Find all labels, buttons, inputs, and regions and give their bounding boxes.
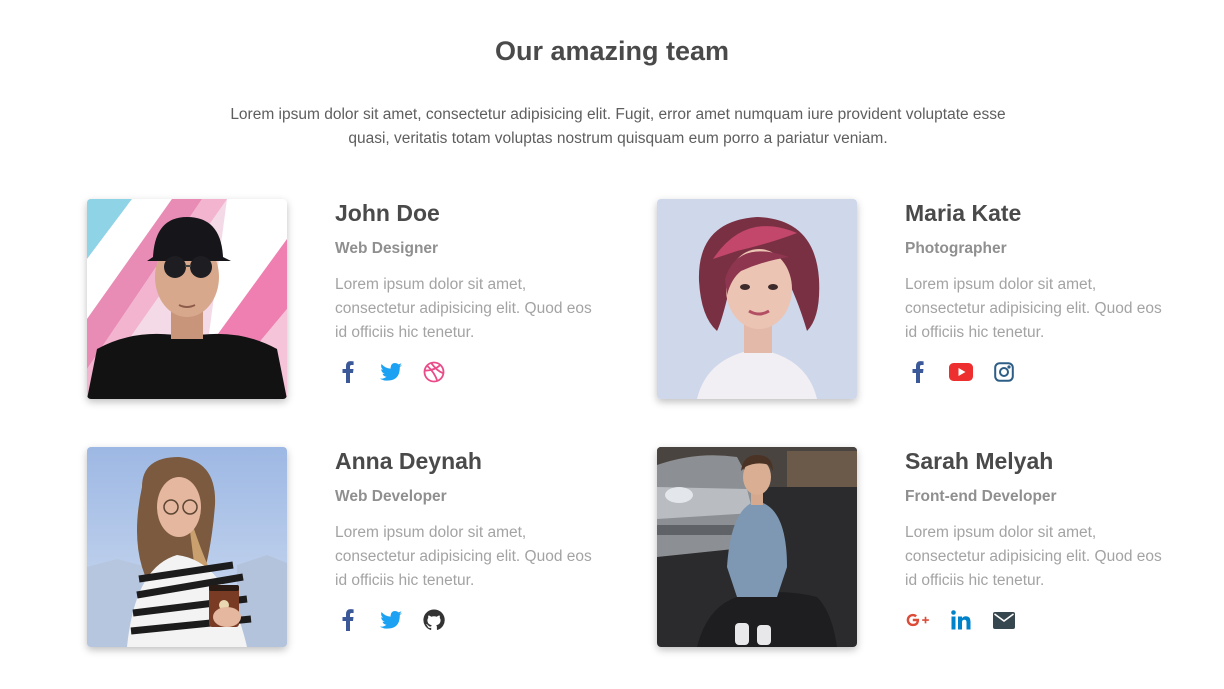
- member-photo: [657, 447, 857, 647]
- social-links: [335, 359, 607, 385]
- google-plus-icon[interactable]: [905, 607, 931, 633]
- intro-text: Lorem ipsum dolor sit amet, consectetur …: [230, 106, 1006, 147]
- member-photo: [657, 199, 857, 399]
- youtube-icon[interactable]: [948, 359, 974, 385]
- member-role: Photographer: [905, 240, 1007, 257]
- team-member-card: John Doe Web Designer Lorem ipsum dolor …: [87, 199, 607, 401]
- member-bio: Lorem ipsum dolor sit amet, consectetur …: [905, 524, 1162, 589]
- member-name: Maria Kate: [905, 200, 1022, 226]
- twitter-icon[interactable]: [378, 607, 404, 633]
- twitter-icon[interactable]: [378, 359, 404, 385]
- social-links: [905, 607, 1177, 633]
- member-role: Web Designer: [335, 240, 439, 257]
- social-links: [905, 359, 1177, 385]
- member-bio: Lorem ipsum dolor sit amet, consectetur …: [335, 524, 592, 589]
- member-photo: [87, 199, 287, 399]
- member-role: Front-end Developer: [905, 488, 1057, 505]
- social-links: [335, 607, 607, 633]
- member-role: Web Developer: [335, 488, 447, 505]
- member-name: Sarah Melyah: [905, 448, 1054, 474]
- page-title: Our amazing team: [494, 36, 730, 66]
- team-member-card: Sarah Melyah Front-end Developer Lorem i…: [657, 447, 1177, 649]
- instagram-icon[interactable]: [991, 359, 1017, 385]
- email-icon[interactable]: [991, 607, 1017, 633]
- dribbble-icon[interactable]: [421, 359, 447, 385]
- member-photo: [87, 447, 287, 647]
- member-name: Anna Deynah: [335, 448, 482, 474]
- member-bio: Lorem ipsum dolor sit amet, consectetur …: [335, 276, 592, 341]
- facebook-icon[interactable]: [905, 359, 931, 385]
- member-name: John Doe: [335, 200, 440, 226]
- team-member-card: Maria Kate Photographer Lorem ipsum dolo…: [657, 199, 1177, 401]
- team-member-card: Anna Deynah Web Developer Lorem ipsum do…: [87, 447, 607, 649]
- linkedin-icon[interactable]: [948, 607, 974, 633]
- facebook-icon[interactable]: [335, 607, 361, 633]
- member-bio: Lorem ipsum dolor sit amet, consectetur …: [905, 276, 1162, 341]
- facebook-icon[interactable]: [335, 359, 361, 385]
- github-icon[interactable]: [421, 607, 447, 633]
